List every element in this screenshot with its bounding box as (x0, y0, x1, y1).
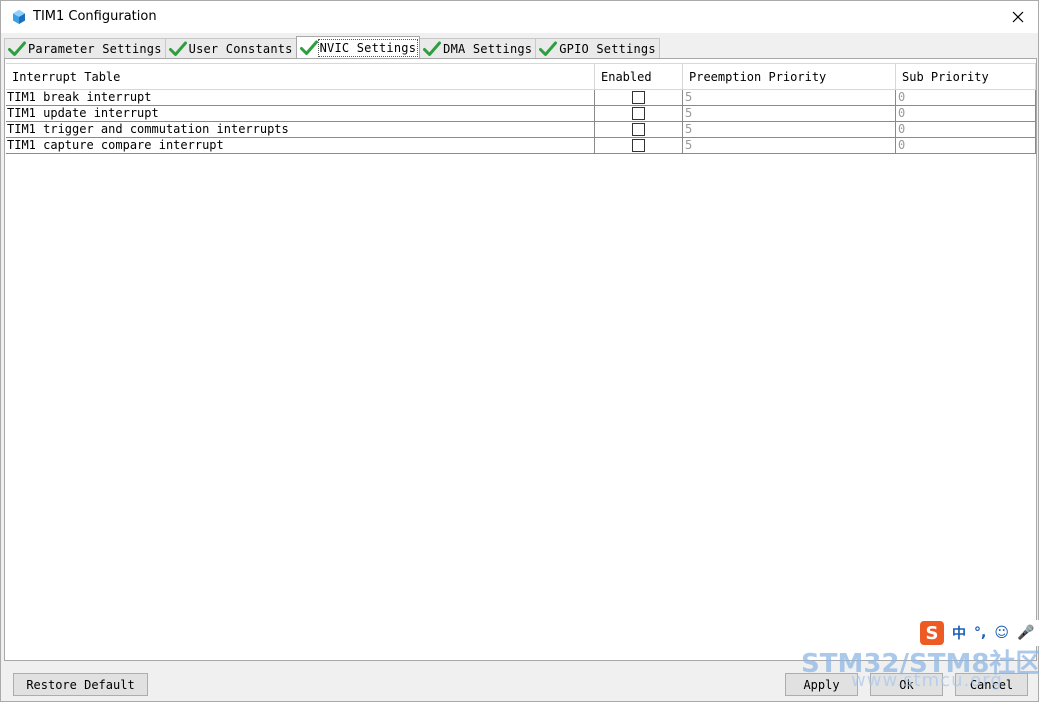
close-button[interactable] (998, 1, 1038, 33)
tab-label: GPIO Settings (559, 41, 656, 56)
table-row[interactable]: TIM1 update interrupt 5 0 (6, 106, 1036, 122)
enabled-cell (595, 122, 683, 137)
interrupt-table: Interrupt Table Enabled Preemption Prior… (6, 63, 1036, 154)
check-icon (299, 40, 318, 55)
check-icon (423, 41, 442, 56)
sogou-logo-icon[interactable]: S (920, 621, 944, 645)
interrupt-name: TIM1 trigger and commutation interrupts (6, 122, 595, 137)
table-row[interactable]: TIM1 trigger and commutation interrupts … (6, 122, 1036, 138)
enabled-cell (595, 106, 683, 121)
tab-label: DMA Settings (443, 41, 533, 56)
column-header-enabled[interactable]: Enabled (595, 64, 683, 90)
cancel-button[interactable]: Cancel (955, 673, 1028, 696)
table-row[interactable]: TIM1 break interrupt 5 0 (6, 90, 1036, 106)
table-row[interactable]: TIM1 capture compare interrupt 5 0 (6, 138, 1036, 154)
enabled-checkbox[interactable] (632, 107, 645, 120)
tab-parameter-settings[interactable]: Parameter Settings (4, 38, 166, 58)
sub-priority-cell[interactable]: 0 (896, 106, 1036, 121)
enabled-cell (595, 138, 683, 153)
tab-bar: Parameter Settings User Constants NVIC S… (4, 36, 660, 58)
interrupt-name: TIM1 update interrupt (6, 106, 595, 121)
window-title: TIM1 Configuration (33, 9, 157, 24)
column-header-sub[interactable]: Sub Priority (896, 64, 1036, 90)
tab-label: Parameter Settings (28, 41, 162, 56)
table-header: Interrupt Table Enabled Preemption Prior… (6, 63, 1036, 90)
enabled-checkbox[interactable] (632, 123, 645, 136)
tab-gpio-settings[interactable]: GPIO Settings (535, 38, 660, 58)
cube-app-icon (13, 10, 25, 24)
tab-user-constants[interactable]: User Constants (164, 38, 297, 58)
preemption-priority-cell[interactable]: 5 (683, 122, 896, 137)
ime-microphone-icon[interactable]: 🎤 (1017, 625, 1034, 641)
sub-priority-cell[interactable]: 0 (896, 138, 1036, 153)
check-icon (539, 41, 558, 56)
dialog-window: TIM1 Configuration Parameter Settings Us… (0, 0, 1039, 702)
tab-label: NVIC Settings (317, 38, 419, 57)
interrupt-name: TIM1 capture compare interrupt (6, 138, 595, 153)
ok-button[interactable]: Ok (870, 673, 943, 696)
tab-dma-settings[interactable]: DMA Settings (419, 38, 537, 58)
ime-chinese-mode[interactable]: 中 (952, 623, 966, 643)
ime-emoji-icon[interactable]: ☺ (994, 625, 1009, 641)
enabled-cell (595, 90, 683, 105)
ime-punctuation[interactable]: °, (974, 625, 986, 641)
check-icon (8, 41, 26, 56)
column-header-preemption[interactable]: Preemption Priority (683, 64, 896, 90)
tab-label: User Constants (188, 41, 293, 56)
preemption-priority-cell[interactable]: 5 (683, 90, 896, 105)
nvic-settings-panel: Interrupt Table Enabled Preemption Prior… (4, 58, 1037, 661)
sub-priority-cell[interactable]: 0 (896, 90, 1036, 105)
column-header-interrupt[interactable]: Interrupt Table (6, 64, 595, 90)
preemption-priority-cell[interactable]: 5 (683, 138, 896, 153)
title-bar[interactable]: TIM1 Configuration (1, 1, 1038, 33)
enabled-checkbox[interactable] (632, 139, 645, 152)
close-icon (1012, 11, 1024, 23)
enabled-checkbox[interactable] (632, 91, 645, 104)
interrupt-name: TIM1 break interrupt (6, 90, 595, 105)
sub-priority-cell[interactable]: 0 (896, 122, 1036, 137)
check-icon (168, 41, 187, 56)
restore-default-button[interactable]: Restore Default (13, 673, 148, 696)
ime-toolbar: S 中 °, ☺ 🎤 (918, 620, 1039, 646)
tab-nvic-settings[interactable]: NVIC Settings (295, 36, 421, 58)
preemption-priority-cell[interactable]: 5 (683, 106, 896, 121)
apply-button[interactable]: Apply (785, 673, 858, 696)
